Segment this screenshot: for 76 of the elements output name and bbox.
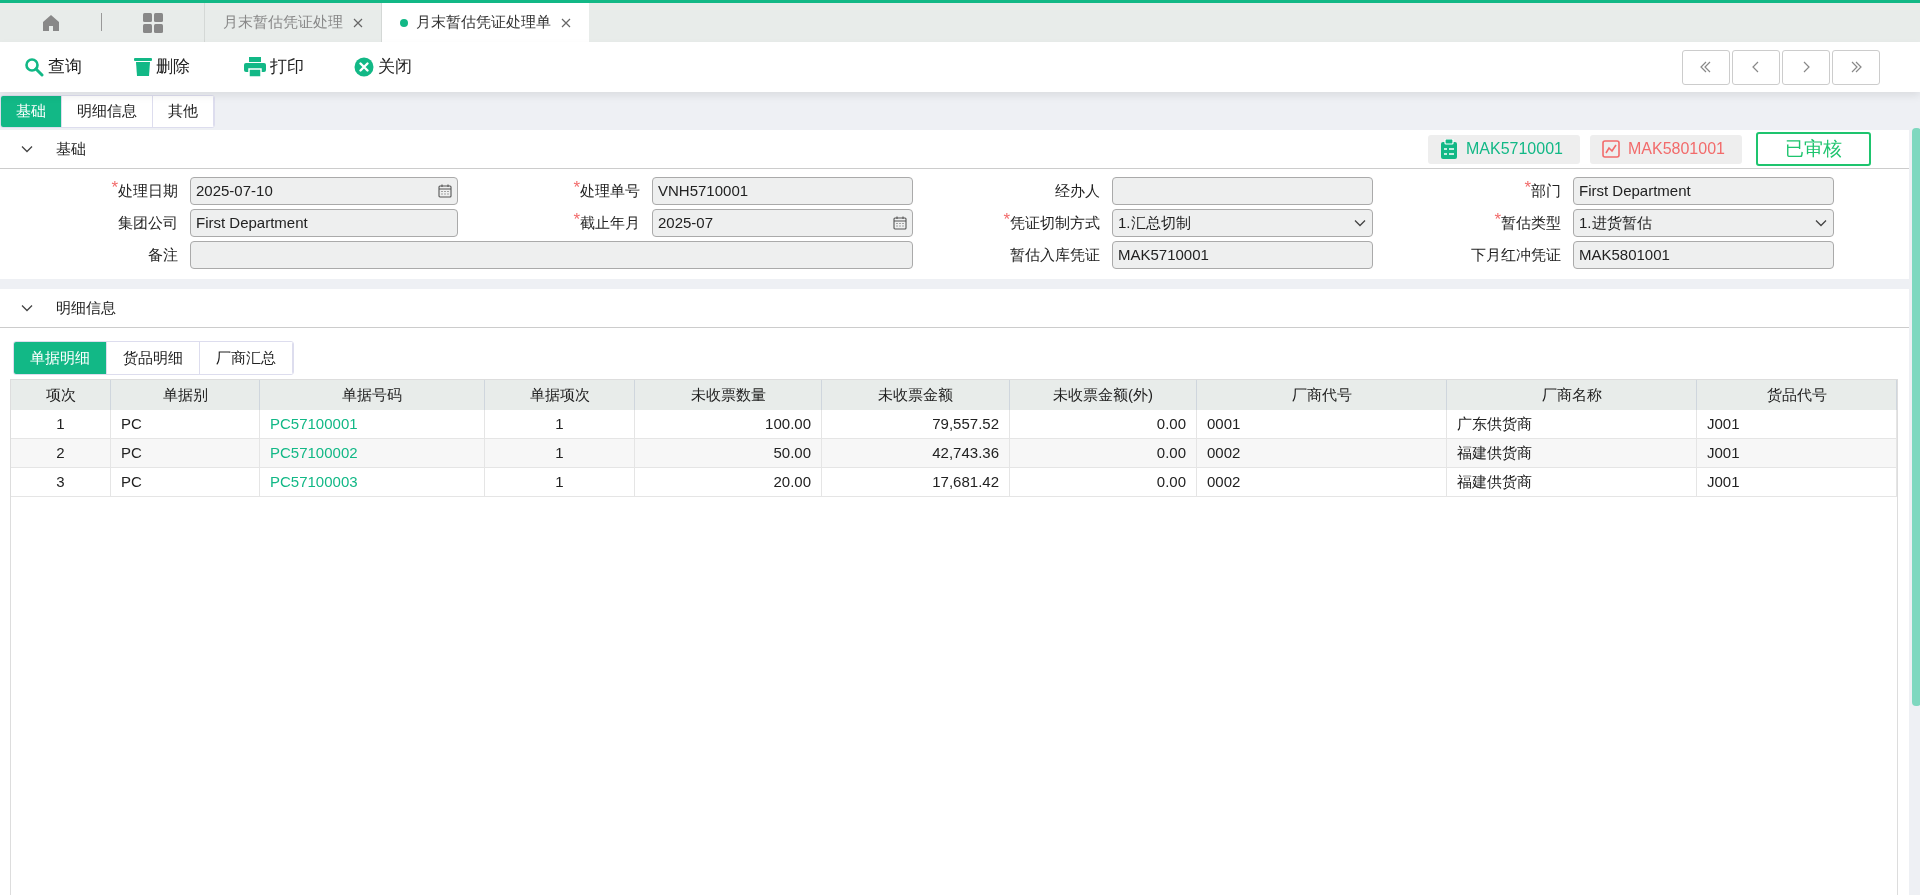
required-mark: * <box>1494 211 1501 228</box>
table-cell: 2 <box>11 439 111 467</box>
table-cell: 79,557.52 <box>822 410 1010 438</box>
search-icon <box>24 57 44 77</box>
table-cell: 20.00 <box>635 468 822 496</box>
table-cell: 50.00 <box>635 439 822 467</box>
field-label: 备注 <box>147 244 178 265</box>
required-mark: * <box>1003 211 1010 228</box>
table-cell: 3 <box>11 468 111 496</box>
toolbar-button[interactable]: 关闭 <box>354 54 426 80</box>
section-title: 基础 <box>56 138 86 159</box>
table-cell: 0002 <box>1197 468 1447 496</box>
table-cell: 0.00 <box>1010 439 1197 467</box>
field-label: 经办人 <box>1054 180 1100 201</box>
table-cell: 42,743.36 <box>822 439 1010 467</box>
double-chevron-left-icon <box>1699 60 1713 74</box>
table-cell: 0001 <box>1197 410 1447 438</box>
pager-button[interactable] <box>1832 49 1880 85</box>
table-cell: 1 <box>485 410 635 438</box>
close-icon[interactable] <box>561 17 571 28</box>
grid-icon[interactable] <box>142 11 164 34</box>
table-cell: J001 <box>1697 410 1897 438</box>
dropdown[interactable]: 1.进货暂估 <box>1573 209 1834 237</box>
trash-icon <box>134 57 152 77</box>
table-cell: PC <box>111 439 260 467</box>
input-field[interactable] <box>190 241 913 269</box>
table-cell: PC <box>111 468 260 496</box>
table-cell: 广东供货商 <box>1447 410 1697 438</box>
date-field[interactable]: 2025-07 <box>652 209 913 237</box>
pager-button[interactable] <box>1682 49 1730 85</box>
input-field[interactable]: First Department <box>1573 177 1834 205</box>
required-mark: * <box>1524 179 1531 196</box>
required-mark: * <box>573 179 580 196</box>
table-cell: 1 <box>485 439 635 467</box>
table-cell: 0.00 <box>1010 410 1197 438</box>
pager-button[interactable] <box>1732 49 1780 85</box>
date-field[interactable]: 2025-07-10 <box>190 177 458 205</box>
close-icon <box>354 57 374 77</box>
pager-button[interactable] <box>1782 49 1830 85</box>
table-cell: 福建供货商 <box>1447 468 1697 496</box>
toolbar-button[interactable]: 打印 <box>244 54 316 80</box>
table-cell: 1 <box>485 468 635 496</box>
input-field[interactable]: First Department <box>190 209 458 237</box>
calendar-icon <box>893 216 907 230</box>
table-cell: J001 <box>1697 439 1897 467</box>
dropdown[interactable]: 1.汇总切制 <box>1112 209 1373 237</box>
table-cell: 福建供货商 <box>1447 439 1697 467</box>
table-cell: J001 <box>1697 468 1897 496</box>
close-icon[interactable] <box>353 17 363 28</box>
table-cell: PC <box>111 410 260 438</box>
table-cell: 100.00 <box>635 410 822 438</box>
toolbar-button[interactable]: 删除 <box>134 54 206 80</box>
calendar-icon <box>438 184 452 198</box>
table-cell: 17,681.42 <box>822 468 1010 496</box>
input-field[interactable]: VNH5710001 <box>652 177 913 205</box>
toolbar-button[interactable]: 查询 <box>24 54 96 80</box>
required-mark: * <box>111 179 118 196</box>
line-chart-icon <box>1602 140 1620 158</box>
input-field[interactable]: MAK5710001 <box>1112 241 1373 269</box>
input-field[interactable]: MAK5801001 <box>1573 241 1834 269</box>
page-tab[interactable]: 月末暂估凭证处理单 <box>381 3 589 42</box>
table-cell: 0002 <box>1197 439 1447 467</box>
clipboard-icon <box>1440 139 1458 159</box>
status-stamp: 已审核 <box>1756 132 1871 166</box>
section-title: 明细信息 <box>56 297 116 318</box>
home-icon[interactable] <box>41 12 61 33</box>
double-chevron-right-icon <box>1849 60 1863 74</box>
field-label: 暂估入库凭证 <box>1009 244 1100 265</box>
input-field[interactable] <box>1112 177 1373 205</box>
required-mark: * <box>573 211 580 228</box>
table-cell: 1 <box>11 410 111 438</box>
field-label: 下月红冲凭证 <box>1470 244 1561 265</box>
table-cell: 0.00 <box>1010 468 1197 496</box>
printer-icon <box>244 57 266 77</box>
scrollbar-thumb[interactable] <box>1912 128 1920 706</box>
field-label: 集团公司 <box>117 212 178 233</box>
